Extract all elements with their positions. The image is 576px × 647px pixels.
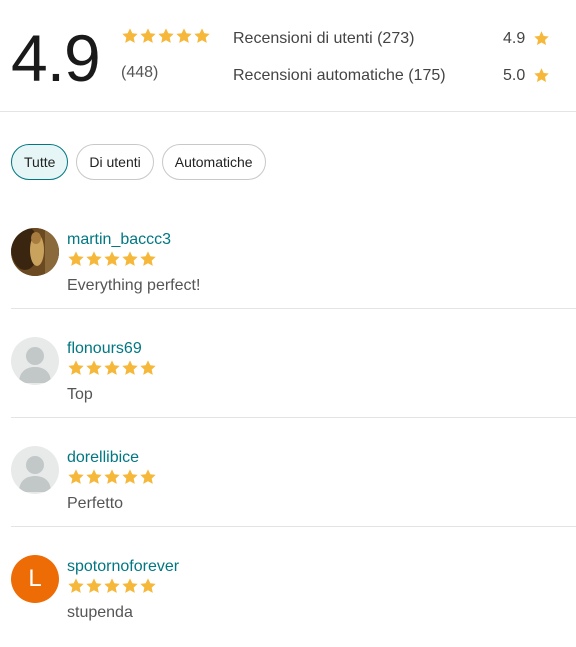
breakdown-auto-reviews: Recensioni automatiche (175) 5.0 (233, 64, 553, 88)
default-user-icon (19, 456, 51, 492)
star-icon (103, 577, 121, 595)
star-icon (85, 250, 103, 268)
overall-stars (121, 27, 211, 45)
filter-all-button[interactable]: Tutte (11, 144, 69, 180)
avatar[interactable] (11, 337, 59, 385)
breakdown-value: 4.9 (503, 30, 526, 47)
avatar-photo-icon (11, 228, 59, 276)
avatar[interactable] (11, 228, 59, 276)
review-comment: Perfetto (67, 495, 124, 512)
star-icon (139, 577, 157, 595)
star-icon (139, 359, 157, 377)
star-icon (67, 468, 85, 486)
star-icon (103, 468, 121, 486)
star-icon (85, 359, 103, 377)
review-stars (67, 577, 157, 595)
filter-automatic-button[interactable]: Automatiche (161, 144, 266, 180)
overall-score: 4.9 (11, 21, 101, 95)
review-comment: Top (67, 386, 93, 403)
review-count: (448) (121, 64, 159, 81)
breakdown-label: Recensioni automatiche (175) (233, 67, 446, 84)
star-icon (121, 250, 139, 268)
star-icon (67, 577, 85, 595)
review-item: dorellibice Perfetto (0, 418, 576, 527)
avatar[interactable] (11, 446, 59, 494)
review-comment: Everything perfect! (67, 277, 201, 294)
review-filters: Tutte Di utenti Automatiche (11, 144, 266, 180)
breakdown-value: 5.0 (503, 67, 526, 84)
star-icon (139, 468, 157, 486)
star-icon (121, 359, 139, 377)
star-icon (85, 577, 103, 595)
star-icon (139, 250, 157, 268)
star-icon (193, 27, 211, 45)
star-icon (121, 577, 139, 595)
review-stars (67, 359, 157, 377)
star-icon (67, 250, 85, 268)
breakdown-user-reviews: Recensioni di utenti (273) 4.9 (233, 27, 553, 51)
review-username[interactable]: spotornoforever (67, 557, 179, 577)
star-icon (121, 27, 139, 45)
review-list: martin_baccc3 Everything perfect! flonou… (0, 200, 576, 636)
review-item: martin_baccc3 Everything perfect! (0, 200, 576, 309)
review-item: L spotornoforever stupenda (0, 527, 576, 636)
star-icon (67, 359, 85, 377)
star-icon (103, 250, 121, 268)
review-stars (67, 468, 157, 486)
review-username[interactable]: martin_baccc3 (67, 230, 171, 250)
rating-summary: 4.9 (448) Recensioni di utenti (273) 4.9… (0, 0, 576, 112)
review-username[interactable]: flonours69 (67, 339, 142, 359)
review-comment: stupenda (67, 604, 133, 621)
star-icon (533, 30, 550, 47)
star-icon (139, 27, 157, 45)
star-icon (157, 27, 175, 45)
breakdown-label: Recensioni di utenti (273) (233, 30, 415, 47)
star-icon (533, 67, 550, 84)
star-icon (85, 468, 103, 486)
review-item: flonours69 Top (0, 309, 576, 418)
star-icon (103, 359, 121, 377)
star-icon (121, 468, 139, 486)
default-user-icon (19, 347, 51, 383)
star-icon (175, 27, 193, 45)
avatar[interactable]: L (11, 555, 59, 603)
review-username[interactable]: dorellibice (67, 448, 139, 468)
review-stars (67, 250, 157, 268)
filter-user-button[interactable]: Di utenti (76, 144, 154, 180)
